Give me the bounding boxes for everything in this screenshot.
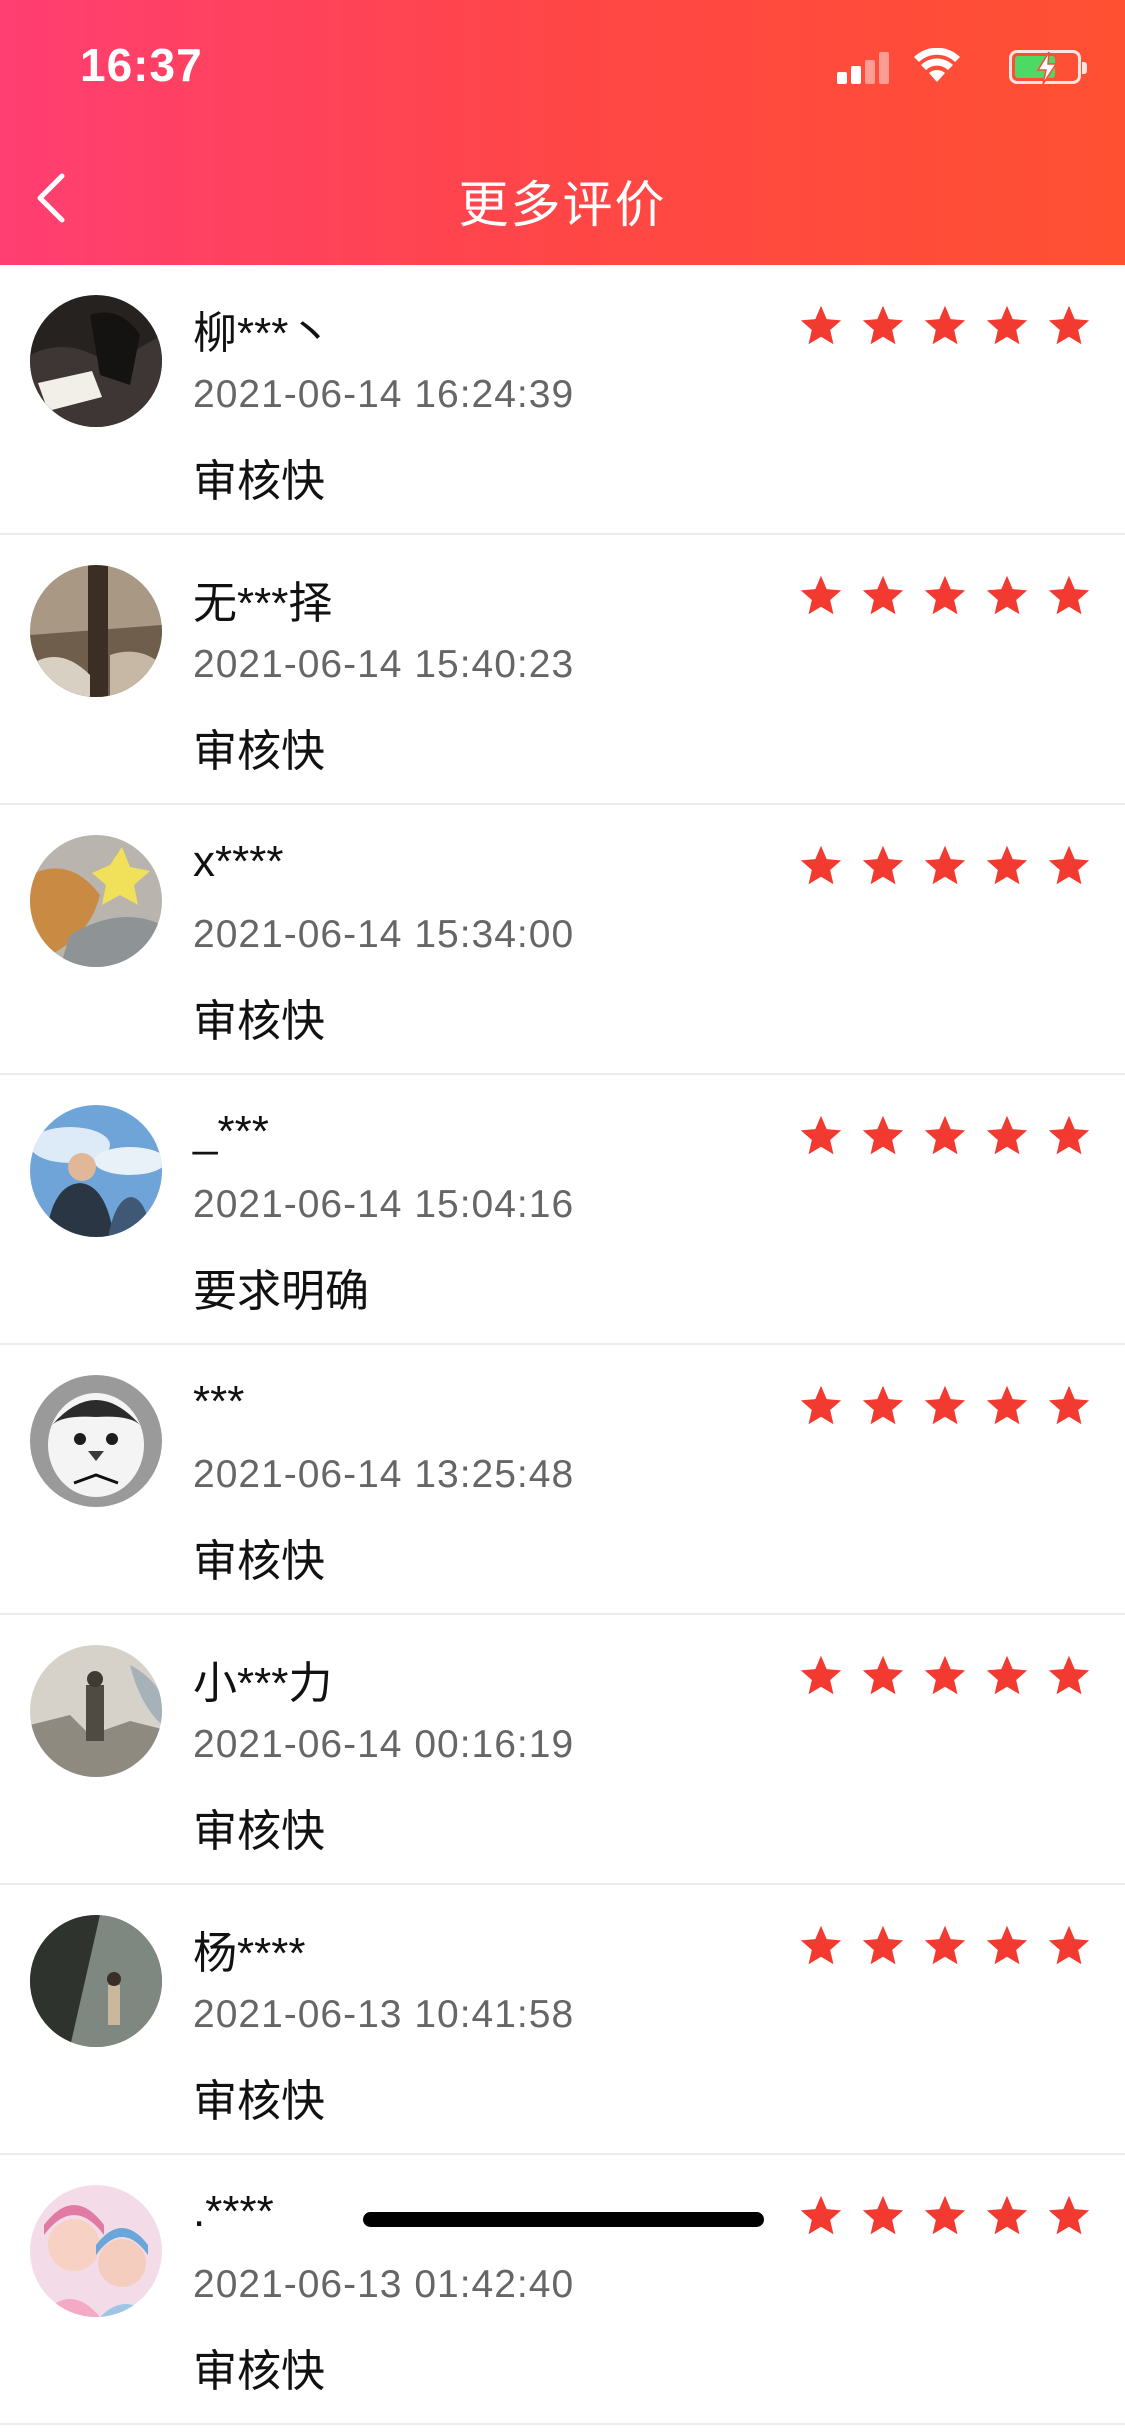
review-comment: 审核快 (193, 457, 325, 506)
star-icon (862, 575, 904, 615)
star-icon (1048, 1655, 1090, 1695)
star-icon (924, 1115, 966, 1155)
star-rating (799, 1923, 1091, 1967)
review-item: 小***力 2021-06-14 00:16:19 审核快 (0, 1615, 1125, 1885)
avatar (30, 1105, 162, 1237)
star-icon (862, 845, 904, 885)
review-time: 2021-06-13 01:42:40 (193, 2263, 575, 2306)
star-rating (799, 2193, 1091, 2237)
star-icon (1048, 1925, 1090, 1965)
header-bar: 16:37 更多评价 (0, 0, 1125, 265)
star-icon (800, 845, 842, 885)
review-time: 2021-06-14 16:24:39 (193, 373, 575, 416)
reviewer-name: 无***择 (193, 579, 333, 628)
avatar (30, 1375, 162, 1507)
star-icon (800, 1655, 842, 1695)
review-comment: 审核快 (193, 2077, 325, 2126)
star-icon (800, 2195, 842, 2235)
star-icon (1048, 845, 1090, 885)
review-item: *** 2021-06-14 13:25:48 审核快 (0, 1345, 1125, 1615)
star-icon (800, 305, 842, 345)
star-rating (799, 1383, 1091, 1427)
avatar (30, 835, 162, 967)
star-icon (924, 1925, 966, 1965)
review-time: 2021-06-13 10:41:58 (193, 1993, 575, 2036)
star-icon (986, 305, 1028, 345)
reviewer-name: 杨**** (193, 1929, 306, 1978)
star-icon (862, 1655, 904, 1695)
reviewer-name: x**** (193, 837, 284, 886)
review-item: x**** 2021-06-14 15:34:00 审核快 (0, 805, 1125, 1075)
page-title: 更多评价 (458, 177, 667, 233)
star-icon (924, 2195, 966, 2235)
avatar (30, 295, 162, 427)
review-comment: 审核快 (193, 1807, 325, 1856)
star-icon (800, 575, 842, 615)
home-indicator[interactable] (363, 2212, 764, 2227)
star-icon (1048, 2195, 1090, 2235)
star-icon (862, 2195, 904, 2235)
star-icon (800, 1115, 842, 1155)
star-icon (862, 1925, 904, 1965)
star-icon (924, 845, 966, 885)
star-icon (924, 575, 966, 615)
review-comment: 审核快 (193, 727, 325, 776)
star-rating (799, 1113, 1091, 1157)
review-comment: 审核快 (193, 2347, 325, 2396)
star-icon (862, 1115, 904, 1155)
reviewer-name: 柳***丶 (193, 309, 333, 358)
review-time: 2021-06-14 15:04:16 (193, 1183, 575, 1226)
star-icon (800, 1925, 842, 1965)
avatar (30, 1645, 162, 1777)
star-icon (862, 305, 904, 345)
star-icon (986, 845, 1028, 885)
star-rating (799, 303, 1091, 347)
star-icon (986, 1655, 1028, 1695)
review-comment: 审核快 (193, 1537, 325, 1586)
review-time: 2021-06-14 15:34:00 (193, 913, 575, 956)
avatar (30, 565, 162, 697)
star-icon (986, 1115, 1028, 1155)
star-icon (986, 575, 1028, 615)
star-icon (924, 1385, 966, 1425)
review-comment: 要求明确 (193, 1267, 369, 1316)
star-rating (799, 1653, 1091, 1697)
review-item: .**** 2021-06-13 01:42:40 审核快 (0, 2155, 1125, 2425)
reviewer-name: .**** (193, 2187, 274, 2236)
star-icon (1048, 305, 1090, 345)
battery-icon (1009, 50, 1087, 85)
avatar (30, 1915, 162, 2047)
charging-bolt-icon (1036, 51, 1058, 85)
review-item: 杨**** 2021-06-13 10:41:58 审核快 (0, 1885, 1125, 2155)
review-time: 2021-06-14 13:25:48 (193, 1453, 575, 1496)
star-icon (986, 1925, 1028, 1965)
star-rating (799, 843, 1091, 887)
review-time: 2021-06-14 00:16:19 (193, 1723, 575, 1766)
reviewer-name: _*** (193, 1107, 269, 1156)
star-icon (862, 1385, 904, 1425)
star-icon (1048, 575, 1090, 615)
star-rating (799, 573, 1091, 617)
star-icon (986, 2195, 1028, 2235)
avatar (30, 2185, 162, 2317)
star-icon (924, 305, 966, 345)
status-time: 16:37 (80, 39, 203, 91)
review-list[interactable]: 柳***丶 2021-06-14 16:24:39 审核快 无***择 2021… (0, 265, 1125, 2425)
star-icon (800, 1385, 842, 1425)
reviewer-name: *** (193, 1377, 245, 1426)
star-icon (924, 1655, 966, 1695)
star-icon (1048, 1385, 1090, 1425)
star-icon (986, 1385, 1028, 1425)
review-item: _*** 2021-06-14 15:04:16 要求明确 (0, 1075, 1125, 1345)
cellular-signal-icon (837, 52, 891, 84)
review-comment: 审核快 (193, 997, 325, 1046)
review-item: 无***择 2021-06-14 15:40:23 审核快 (0, 535, 1125, 805)
wifi-icon (914, 48, 960, 82)
review-time: 2021-06-14 15:40:23 (193, 643, 575, 686)
review-item: 柳***丶 2021-06-14 16:24:39 审核快 (0, 265, 1125, 535)
star-icon (1048, 1115, 1090, 1155)
reviewer-name: 小***力 (193, 1659, 333, 1708)
